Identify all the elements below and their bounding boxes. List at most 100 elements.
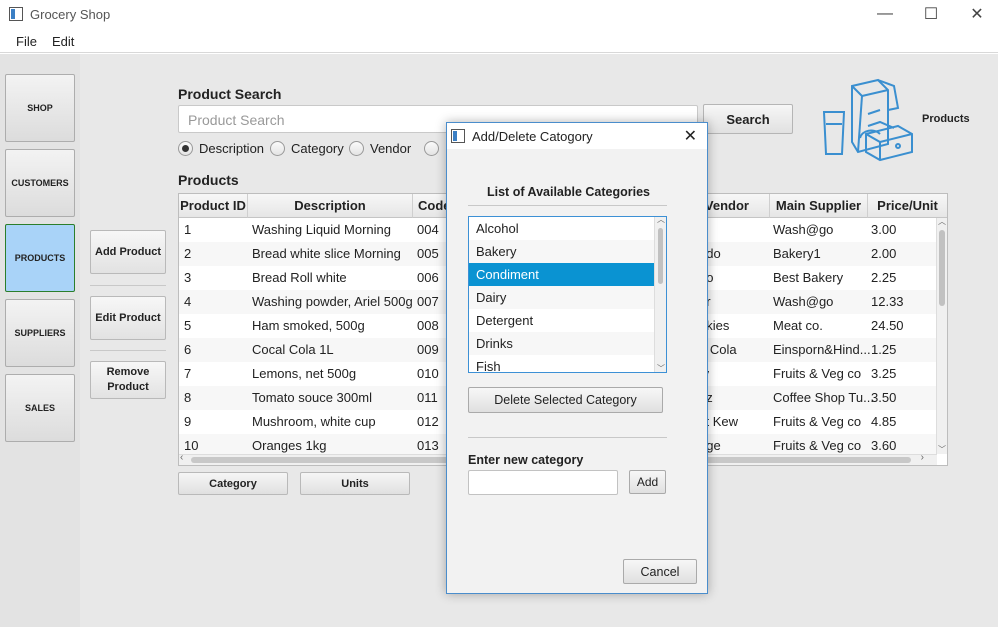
nav-sales-button[interactable]: SALES bbox=[5, 374, 75, 442]
category-list-item[interactable]: Dairy bbox=[469, 286, 655, 309]
table-cell: 24.50 bbox=[871, 318, 904, 333]
category-list-item[interactable]: Bakery bbox=[469, 240, 655, 263]
table-cell: Washing powder, Ariel 500g bbox=[252, 294, 413, 309]
category-list-item[interactable]: Alcohol bbox=[469, 217, 655, 240]
table-cell: 3.00 bbox=[871, 222, 897, 237]
table-cell: Bread Roll white bbox=[252, 270, 347, 285]
filter-category-radio[interactable]: Category bbox=[270, 141, 344, 156]
table-cell: 3 bbox=[184, 270, 192, 285]
scrollbar-thumb[interactable] bbox=[658, 228, 663, 284]
column-header[interactable]: Vendor bbox=[699, 194, 770, 218]
add-product-button[interactable]: Add Product bbox=[90, 230, 166, 274]
table-cell: 8 bbox=[184, 390, 192, 405]
window-title: Grocery Shop bbox=[30, 7, 111, 22]
scroll-down-icon[interactable]: ﹀ bbox=[657, 363, 665, 372]
close-button[interactable]: ✕ bbox=[954, 0, 998, 28]
minimize-button[interactable]: — bbox=[862, 0, 908, 28]
filter-description-radio[interactable]: Description bbox=[178, 141, 264, 156]
table-cell: Mushroom, white cup bbox=[252, 414, 376, 429]
column-header[interactable]: Price/Unit bbox=[868, 194, 947, 218]
column-header[interactable]: Main Supplier bbox=[770, 194, 868, 218]
products-heading: Products bbox=[178, 172, 239, 188]
column-header[interactable]: Description bbox=[248, 194, 413, 218]
scroll-down-icon[interactable]: ﹀ bbox=[938, 444, 946, 455]
nav-products-button[interactable]: PRODUCTS bbox=[5, 224, 75, 292]
table-cell: 4.85 bbox=[871, 414, 897, 429]
search-heading: Product Search bbox=[178, 86, 282, 102]
dialog-title-bar: Add/Delete Catogory ✕ bbox=[447, 123, 707, 149]
new-category-input[interactable] bbox=[468, 470, 618, 495]
menu-edit[interactable]: Edit bbox=[52, 34, 74, 49]
category-list[interactable]: Alcohol Bakery Condiment Dairy Detergent Drin… bbox=[468, 216, 667, 373]
table-cell: 010 bbox=[417, 366, 439, 381]
column-header[interactable]: Product ID bbox=[179, 194, 248, 218]
new-category-heading: Enter new category bbox=[468, 453, 584, 467]
category-list-item[interactable]: Condiment bbox=[469, 263, 655, 286]
menu-bar: File Edit bbox=[0, 30, 998, 53]
menu-file[interactable]: File bbox=[16, 34, 37, 49]
table-cell: Oranges 1kg bbox=[252, 438, 327, 453]
table-cell: 1.25 bbox=[871, 342, 897, 357]
category-list-item[interactable]: Detergent bbox=[469, 309, 655, 332]
table-cell: 012 bbox=[417, 414, 439, 429]
table-cell: 013 bbox=[417, 438, 439, 453]
dialog-title: Add/Delete Catogory bbox=[472, 128, 593, 144]
filter-extra-radio[interactable] bbox=[424, 141, 439, 156]
table-cell: Bread white slice Morning bbox=[252, 246, 401, 261]
table-cell: 2.25 bbox=[871, 270, 897, 285]
category-list-item[interactable]: Fish bbox=[469, 355, 655, 372]
table-cell: Lemons, net 500g bbox=[252, 366, 357, 381]
table-cell: Coffee Shop Tu... bbox=[773, 390, 874, 405]
search-button[interactable]: Search bbox=[703, 104, 793, 134]
table-cell: 7 bbox=[184, 366, 192, 381]
table-cell: 011 bbox=[417, 390, 438, 405]
scroll-right-icon[interactable]: › bbox=[921, 452, 924, 463]
table-cell: 1 bbox=[184, 222, 192, 237]
products-logo-label: Products bbox=[922, 113, 970, 125]
units-button[interactable]: Units bbox=[300, 472, 410, 495]
table-cell: Wash@go bbox=[773, 294, 834, 309]
table-cell: 008 bbox=[417, 318, 439, 333]
table-cell: 4 bbox=[184, 294, 192, 309]
table-cell: 10 bbox=[184, 438, 199, 453]
table-cell: Einsporn&Hind... bbox=[773, 342, 871, 357]
table-cell: 006 bbox=[417, 270, 439, 285]
delete-category-button[interactable]: Delete Selected Category bbox=[468, 387, 663, 413]
scroll-up-icon[interactable]: ︿ bbox=[938, 216, 946, 227]
scroll-left-icon[interactable]: ‹ bbox=[180, 452, 183, 463]
category-list-heading: List of Available Categories bbox=[487, 185, 651, 199]
table-cell: 5 bbox=[184, 318, 192, 333]
scroll-up-icon[interactable]: ︿ bbox=[657, 217, 665, 225]
table-cell: Tomato souce 300ml bbox=[252, 390, 372, 405]
table-cell: 004 bbox=[417, 222, 439, 237]
cancel-button[interactable]: Cancel bbox=[623, 559, 697, 584]
add-category-button[interactable]: Add bbox=[629, 470, 666, 494]
table-cell: Best Bakery bbox=[773, 270, 844, 285]
nav-customers-button[interactable]: CUSTOMERS bbox=[5, 149, 75, 217]
category-list-item[interactable]: Drinks bbox=[469, 332, 655, 355]
list-scrollbar[interactable]: ︿ ﹀ bbox=[654, 217, 666, 372]
nav-suppliers-button[interactable]: SUPPLIERS bbox=[5, 299, 75, 367]
maximize-button[interactable]: ☐ bbox=[908, 0, 954, 28]
app-icon bbox=[9, 7, 23, 21]
table-cell: 2 bbox=[184, 246, 192, 261]
remove-product-button[interactable]: Remove Product bbox=[90, 361, 166, 399]
table-cell: 007 bbox=[417, 294, 439, 309]
edit-product-button[interactable]: Edit Product bbox=[90, 296, 166, 340]
divider bbox=[90, 350, 166, 351]
scrollbar-thumb[interactable] bbox=[939, 230, 945, 306]
category-button[interactable]: Category bbox=[178, 472, 288, 495]
table-cell: 2.00 bbox=[871, 246, 897, 261]
filter-vendor-radio[interactable]: Vendor bbox=[349, 141, 411, 156]
table-cell: Meat co. bbox=[773, 318, 823, 333]
dialog-close-icon[interactable]: ✕ bbox=[684, 126, 697, 146]
table-cell: Fruits & Veg co bbox=[773, 414, 862, 429]
category-dialog: Add/Delete Catogory ✕ List of Available … bbox=[446, 122, 708, 594]
nav-shop-button[interactable]: SHOP bbox=[5, 74, 75, 142]
table-cell: Ham smoked, 500g bbox=[252, 318, 365, 333]
table-cell: Wash@go bbox=[773, 222, 834, 237]
table-cell: 3.25 bbox=[871, 366, 897, 381]
table-cell: 3.50 bbox=[871, 390, 897, 405]
table-vertical-scrollbar[interactable]: ︿ ﹀ bbox=[936, 216, 947, 455]
table-cell: Cocal Cola 1L bbox=[252, 342, 334, 357]
